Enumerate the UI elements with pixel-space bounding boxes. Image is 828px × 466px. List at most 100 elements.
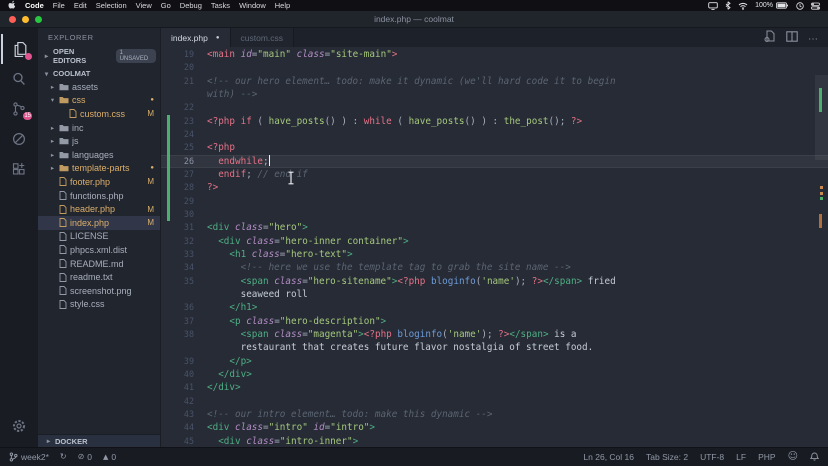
code-line[interactable]: 36 </h1>: [161, 301, 828, 314]
line-number[interactable]: 25: [170, 141, 194, 154]
status-feedback[interactable]: ☺: [788, 452, 798, 462]
code-line[interactable]: 44<div class="intro" id="intro">: [161, 421, 828, 434]
control-center-icon[interactable]: [811, 2, 820, 10]
tree-item-README.md[interactable]: README.md: [38, 257, 160, 271]
zoom-window-button[interactable]: [35, 16, 42, 23]
tree-item-inc[interactable]: ▸inc: [38, 121, 160, 135]
tree-item-template-parts[interactable]: ▸template-parts●: [38, 162, 160, 176]
tree-item-js[interactable]: ▸js: [38, 134, 160, 148]
code-line[interactable]: 25<?php: [161, 141, 828, 154]
editor-scrollbar[interactable]: [815, 47, 828, 447]
tree-item-custom.css[interactable]: custom.cssM: [38, 107, 160, 121]
menu-item-window[interactable]: Window: [239, 1, 266, 10]
activity-explorer-button[interactable]: [1, 34, 37, 64]
code-line[interactable]: 23<?php if ( have_posts() ) : while ( ha…: [161, 115, 828, 128]
status-notifications[interactable]: [810, 452, 819, 462]
code-line[interactable]: 30: [161, 208, 828, 221]
line-number[interactable]: 39: [170, 355, 194, 368]
tree-item-index.php[interactable]: index.phpM: [38, 216, 160, 230]
line-number[interactable]: 34: [170, 261, 194, 274]
line-number[interactable]: 43: [170, 408, 194, 421]
menu-item-help[interactable]: Help: [275, 1, 290, 10]
status-sync[interactable]: ↻: [60, 453, 67, 461]
code-line[interactable]: 21<!-- our hero element… todo: make it d…: [161, 75, 828, 88]
apple-icon[interactable]: [8, 0, 16, 11]
line-number[interactable]: [170, 288, 194, 301]
code-line[interactable]: seaweed roll: [161, 288, 828, 301]
menu-item-file[interactable]: File: [53, 1, 65, 10]
menu-item-selection[interactable]: Selection: [96, 1, 127, 10]
code-line[interactable]: 37 <p class="hero-description">: [161, 315, 828, 328]
code-line[interactable]: 31<div class="hero">: [161, 221, 828, 234]
line-number[interactable]: 32: [170, 235, 194, 248]
code-line[interactable]: 27 endif; // end if: [161, 168, 828, 181]
tab-index.php[interactable]: index.php●: [161, 28, 231, 47]
line-number[interactable]: [170, 341, 194, 354]
split-editor-icon[interactable]: [786, 29, 798, 47]
close-window-button[interactable]: [9, 16, 16, 23]
code-line[interactable]: 32 <div class="hero-inner container">: [161, 235, 828, 248]
tree-item-readme.txt[interactable]: readme.txt: [38, 270, 160, 284]
status-language-mode[interactable]: PHP: [758, 452, 775, 462]
line-number[interactable]: 31: [170, 221, 194, 234]
line-number[interactable]: 35: [170, 275, 194, 288]
code-line[interactable]: 35 <span class="hero-sitename"><?php blo…: [161, 275, 828, 288]
code-line[interactable]: 40 </div>: [161, 368, 828, 381]
tree-item-footer.php[interactable]: footer.phpM: [38, 175, 160, 189]
line-number[interactable]: 41: [170, 381, 194, 394]
tree-item-assets[interactable]: ▸assets: [38, 80, 160, 94]
line-number[interactable]: 37: [170, 315, 194, 328]
activity-settings-button[interactable]: [1, 411, 37, 441]
code-line[interactable]: 22: [161, 101, 828, 114]
status-cursor-position[interactable]: Ln 26, Col 16: [583, 452, 634, 462]
tree-item-LICENSE[interactable]: LICENSE: [38, 230, 160, 244]
tree-item-phpcs.xml.dist[interactable]: phpcs.xml.dist: [38, 243, 160, 257]
line-number[interactable]: 26: [170, 155, 194, 168]
menu-item-code[interactable]: Code: [25, 1, 44, 10]
display-icon[interactable]: [708, 2, 718, 10]
tree-item-style.css[interactable]: style.css: [38, 298, 160, 312]
line-number[interactable]: 23: [170, 115, 194, 128]
line-number[interactable]: 21: [170, 75, 194, 88]
status-git-branch[interactable]: week2*: [9, 452, 49, 462]
open-editors-section[interactable]: ▸ OPEN EDITORS 1 UNSAVED: [38, 45, 160, 67]
docker-section[interactable]: ▸ DOCKER: [38, 434, 160, 447]
code-line[interactable]: 34 <!-- here we use the template tag to …: [161, 261, 828, 274]
menu-item-debug[interactable]: Debug: [180, 1, 202, 10]
tree-item-css[interactable]: ▾css●: [38, 94, 160, 108]
code-line[interactable]: 29: [161, 195, 828, 208]
code-line[interactable]: with) -->: [161, 88, 828, 101]
tree-item-languages[interactable]: ▸languages: [38, 148, 160, 162]
code-line[interactable]: 28?>: [161, 181, 828, 194]
activity-search-button[interactable]: [1, 64, 37, 94]
line-number[interactable]: 44: [170, 421, 194, 434]
line-number[interactable]: 29: [170, 195, 194, 208]
wifi-icon[interactable]: [738, 2, 748, 10]
status-indentation[interactable]: Tab Size: 2: [646, 452, 688, 462]
status-warnings[interactable]: ▲0: [103, 452, 116, 462]
activity-extensions-button[interactable]: [1, 154, 37, 184]
tab-custom.css[interactable]: custom.css: [231, 28, 295, 47]
line-number[interactable]: 38: [170, 328, 194, 341]
unsaved-dot-icon[interactable]: ●: [216, 35, 220, 41]
status-eol[interactable]: LF: [736, 452, 746, 462]
code-line[interactable]: 20: [161, 61, 828, 74]
code-line[interactable]: 33 <h1 class="hero-text">: [161, 248, 828, 261]
line-number[interactable]: 20: [170, 61, 194, 74]
line-number[interactable]: 19: [170, 48, 194, 61]
code-line[interactable]: 41</div>: [161, 381, 828, 394]
bluetooth-icon[interactable]: [725, 1, 731, 10]
activity-debug-button[interactable]: [1, 124, 37, 154]
code-line[interactable]: 24: [161, 128, 828, 141]
menu-item-edit[interactable]: Edit: [74, 1, 87, 10]
more-icon[interactable]: ⋯: [808, 29, 819, 47]
open-changes-icon[interactable]: [764, 29, 776, 47]
project-root-section[interactable]: ▾ COOLMAT: [38, 67, 160, 80]
code-line[interactable]: 26 endwhile;: [161, 155, 828, 168]
line-number[interactable]: 33: [170, 248, 194, 261]
line-number[interactable]: 28: [170, 181, 194, 194]
menu-item-go[interactable]: Go: [161, 1, 171, 10]
menu-item-tasks[interactable]: Tasks: [211, 1, 230, 10]
clock-icon[interactable]: [796, 2, 804, 10]
activity-source-control-button[interactable]: 15: [1, 94, 37, 124]
